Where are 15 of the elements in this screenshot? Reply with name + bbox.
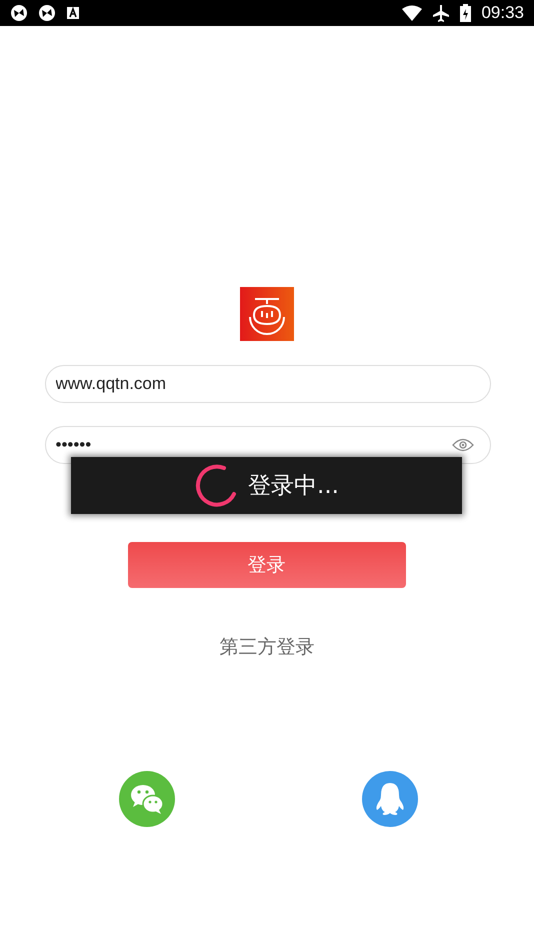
penguin-icon[interactable] bbox=[362, 771, 418, 827]
eye-icon[interactable] bbox=[452, 438, 474, 452]
loading-spinner-icon bbox=[194, 464, 238, 508]
loading-message: 登录中... bbox=[248, 472, 339, 501]
wifi-icon bbox=[402, 5, 422, 21]
airplane-icon bbox=[432, 4, 450, 22]
clock-time: 09:33 bbox=[481, 3, 524, 23]
sync-icon bbox=[38, 4, 56, 22]
third-party-login-label: 第三方登录 bbox=[220, 635, 314, 660]
app-logo bbox=[240, 287, 294, 341]
keyboard-icon bbox=[66, 6, 80, 20]
username-field[interactable]: www.qqtn.com bbox=[44, 365, 490, 403]
chat-bubbles-icon[interactable] bbox=[118, 771, 174, 827]
battery-icon bbox=[460, 4, 472, 22]
sync-icon bbox=[10, 4, 28, 22]
